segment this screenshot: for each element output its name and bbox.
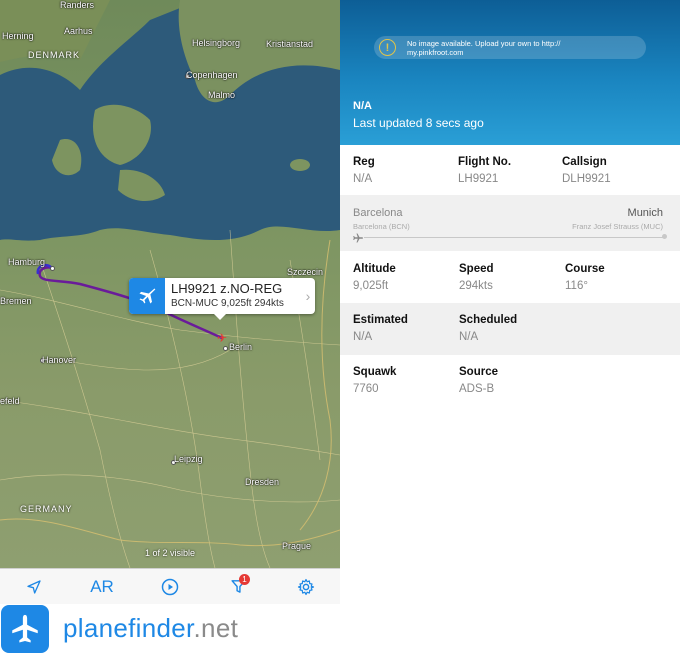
reg-label: Reg <box>353 156 375 168</box>
city-label: Szczecin <box>287 267 324 277</box>
bottom-toolbar: AR 1 <box>0 568 340 604</box>
city-label: Hamburg <box>8 257 46 267</box>
chevron-right-icon[interactable]: › <box>301 278 315 314</box>
squawk-label: Squawk <box>353 366 397 378</box>
ar-label: AR <box>90 576 114 596</box>
callsign-value: DLH9921 <box>562 173 611 185</box>
route-origin-airport: Barcelona (BCN) <box>353 222 410 231</box>
gear-icon[interactable] <box>286 572 326 602</box>
course-value: 116° <box>565 280 588 292</box>
filter-icon[interactable]: 1 <box>218 572 258 602</box>
brand-name-tld: .net <box>193 613 239 643</box>
route-section: Barcelona Barcelona (BCN) Munich Franz J… <box>340 195 680 251</box>
last-updated: Last updated 8 secs ago <box>353 116 484 130</box>
ar-button[interactable]: AR <box>82 572 122 602</box>
city-label: Hanover <box>42 355 77 365</box>
airplane-icon <box>129 278 165 314</box>
brand-name: planefinder.net <box>63 613 238 644</box>
no-image-link[interactable]: my.pinkfroot.com <box>407 48 560 57</box>
city-label: efeld <box>0 396 20 406</box>
speed-value: 294kts <box>459 280 493 292</box>
route-destination: Munich <box>627 207 663 219</box>
callout-pointer <box>214 314 226 320</box>
telemetry-row: Altitude 9,025ft Speed 294kts Course 116… <box>340 263 680 301</box>
planefinder-logo-icon <box>1 604 49 653</box>
callout-title: LH9921 z.NO-REG <box>171 281 283 296</box>
city-label: Helsingborg <box>192 38 241 48</box>
route-progress-track <box>364 237 664 238</box>
timing-row: Estimated N/A Scheduled N/A <box>340 303 680 355</box>
city-label: Leipzig <box>174 454 203 464</box>
flight-callout[interactable]: LH9921 z.NO-REG BCN-MUC 9,025ft 294kts › <box>129 278 315 314</box>
source-value: ADS-B <box>459 383 495 395</box>
altitude-label: Altitude <box>353 263 396 275</box>
city-label: Bremen <box>0 296 32 306</box>
brand-name-main: planefinder <box>63 613 194 643</box>
estimated-value: N/A <box>353 331 373 343</box>
scheduled-label: Scheduled <box>459 314 518 326</box>
flight-map[interactable]: ✈ Randers Aarhus Herning DENMARK Helsing… <box>0 0 340 568</box>
speed-label: Speed <box>459 263 494 275</box>
city-dot <box>50 266 55 271</box>
play-circle-icon[interactable] <box>150 572 190 602</box>
aircraft-image-header: ! No image available. Upload your own to… <box>340 0 680 145</box>
estimated-label: Estimated <box>353 314 408 326</box>
city-dot <box>223 346 228 351</box>
country-label: GERMANY <box>20 504 73 514</box>
brand-bar: planefinder.net <box>0 604 340 653</box>
app-screenshot: ✈ Randers Aarhus Herning DENMARK Helsing… <box>0 0 680 653</box>
country-label: DENMARK <box>28 50 81 60</box>
city-label: Berlin <box>229 342 253 352</box>
identity-row: Reg N/A Flight No. LH9921 Callsign DLH99… <box>340 156 680 194</box>
city-label: Dresden <box>245 477 280 487</box>
location-arrow-icon[interactable] <box>14 572 54 602</box>
course-label: Course <box>565 263 605 275</box>
flight-number-label: Flight No. <box>458 156 512 168</box>
flight-number-value: LH9921 <box>458 173 499 185</box>
city-label: Malmo <box>208 90 236 100</box>
city-label: Herning <box>2 31 34 41</box>
aircraft-type: N/A <box>353 100 372 112</box>
transponder-row: Squawk 7760 Source ADS-B <box>340 366 680 404</box>
source-label: Source <box>459 366 498 378</box>
callout-subtitle: BCN-MUC 9,025ft 294kts <box>171 298 284 309</box>
route-origin: Barcelona <box>353 207 403 219</box>
filter-badge: 1 <box>239 573 250 585</box>
no-image-message: No image available. Upload your own to h… <box>407 38 561 48</box>
route-destination-airport: Franz Josef Strauss (MUC) <box>572 222 663 231</box>
callsign-label: Callsign <box>562 156 607 168</box>
route-airplane-icon <box>352 231 364 249</box>
city-label: Copenhagen <box>186 70 238 80</box>
no-image-notice[interactable]: ! No image available. Upload your own to… <box>374 36 646 59</box>
altitude-value: 9,025ft <box>353 280 389 292</box>
warning-icon: ! <box>379 39 396 56</box>
aircraft-marker-icon[interactable]: ✈ <box>216 332 228 344</box>
route-end-dot <box>662 234 667 239</box>
city-label: Kristianstad <box>266 39 314 49</box>
reg-value: N/A <box>353 173 373 185</box>
scheduled-value: N/A <box>459 331 479 343</box>
visible-count: 1 of 2 visible <box>144 548 196 558</box>
city-label: Aarhus <box>64 26 93 36</box>
flight-details-panel: ! No image available. Upload your own to… <box>340 0 680 653</box>
squawk-value: 7760 <box>353 383 379 395</box>
city-label: Randers <box>60 0 95 10</box>
